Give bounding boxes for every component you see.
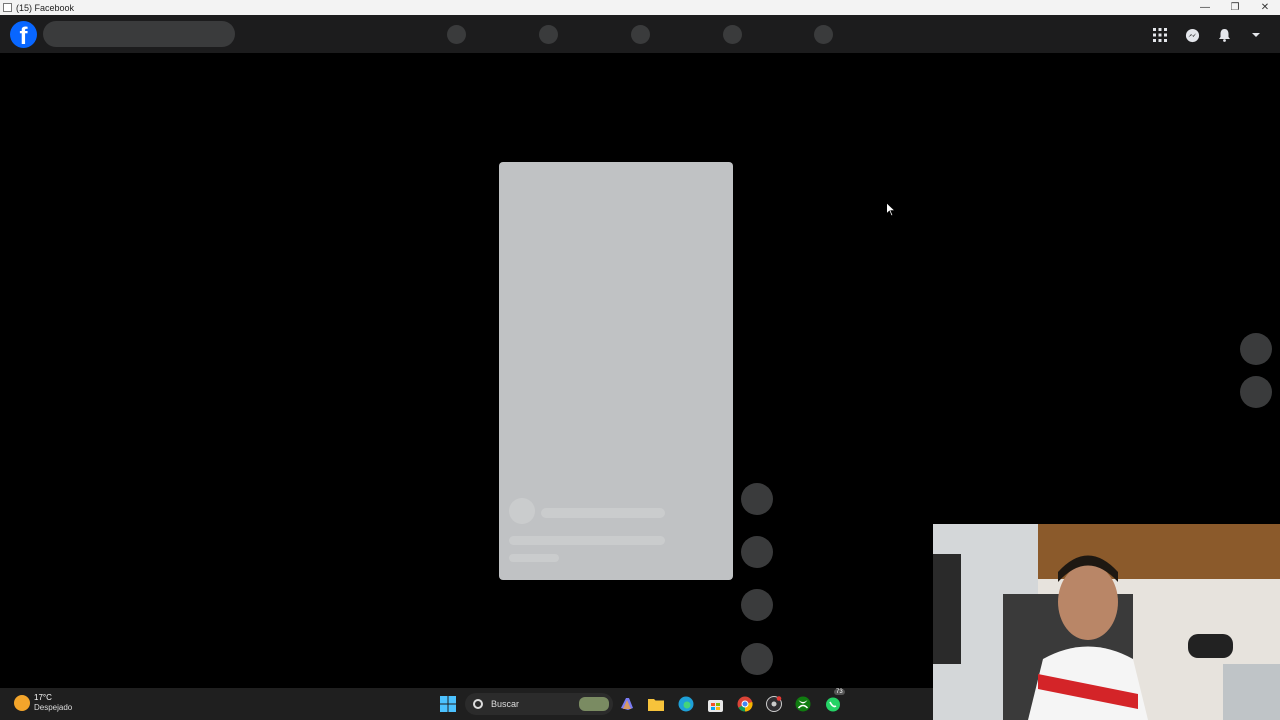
caption-line-skeleton <box>509 536 665 545</box>
webcam-overlay <box>933 524 1280 720</box>
reaction-button-skeleton-1[interactable] <box>741 483 773 515</box>
windows-start-icon[interactable] <box>439 695 457 713</box>
caption-short-skeleton <box>509 554 559 562</box>
restore-icon[interactable]: ❐ <box>1220 0 1250 15</box>
close-icon[interactable]: ✕ <box>1250 0 1280 15</box>
weather-widget[interactable]: 17°C Despejado <box>14 693 72 713</box>
whatsapp-badge: 73 <box>834 689 845 695</box>
nav-tab-skeleton-1[interactable] <box>447 25 466 44</box>
search-icon <box>473 699 483 709</box>
nav-tab-skeleton-5[interactable] <box>814 25 833 44</box>
window-titlebar: (15) Facebook — ❐ ✕ <box>0 0 1280 15</box>
edge-icon[interactable] <box>677 695 695 713</box>
author-name-skeleton <box>541 508 665 518</box>
account-caret-icon[interactable] <box>1244 23 1268 47</box>
weather-temp: 17°C <box>34 693 52 702</box>
taskbar-search[interactable]: Buscar <box>465 693 613 715</box>
whatsapp-icon[interactable]: 73 <box>824 689 845 713</box>
facebook-logo[interactable]: f <box>10 21 37 48</box>
facebook-top-bar: f <box>0 15 1280 53</box>
messenger-icon[interactable] <box>1180 23 1204 47</box>
author-avatar-skeleton <box>509 498 535 524</box>
copilot-icon[interactable] <box>618 695 636 713</box>
window-title: (15) Facebook <box>16 2 75 13</box>
side-button-skeleton-1[interactable] <box>1240 333 1272 365</box>
chrome-icon[interactable] <box>736 695 754 713</box>
search-highlight-image <box>579 697 609 711</box>
minimize-icon[interactable]: — <box>1190 0 1220 15</box>
taskbar-search-label: Buscar <box>491 699 520 709</box>
windows-taskbar: 17°C Despejado Buscar 73 <box>0 688 933 720</box>
obs-icon[interactable] <box>765 695 783 713</box>
file-explorer-icon[interactable] <box>647 695 665 713</box>
weather-condition: Despejado <box>34 703 73 712</box>
app-icon <box>3 3 12 12</box>
reaction-button-skeleton-4[interactable] <box>741 643 773 675</box>
reaction-button-skeleton-3[interactable] <box>741 589 773 621</box>
microsoft-store-icon[interactable] <box>706 695 724 713</box>
xbox-icon[interactable] <box>794 695 812 713</box>
nav-tab-skeleton-3[interactable] <box>631 25 650 44</box>
side-button-skeleton-2[interactable] <box>1240 376 1272 408</box>
apps-grid-icon[interactable] <box>1148 23 1172 47</box>
weather-sun-icon <box>14 695 30 711</box>
notifications-icon[interactable] <box>1212 23 1236 47</box>
mouse-cursor-icon <box>886 202 896 217</box>
reaction-button-skeleton-2[interactable] <box>741 536 773 568</box>
search-input-skeleton[interactable] <box>43 21 235 47</box>
nav-tab-skeleton-2[interactable] <box>539 25 558 44</box>
nav-tab-skeleton-4[interactable] <box>723 25 742 44</box>
story-card-skeleton[interactable] <box>499 162 733 580</box>
